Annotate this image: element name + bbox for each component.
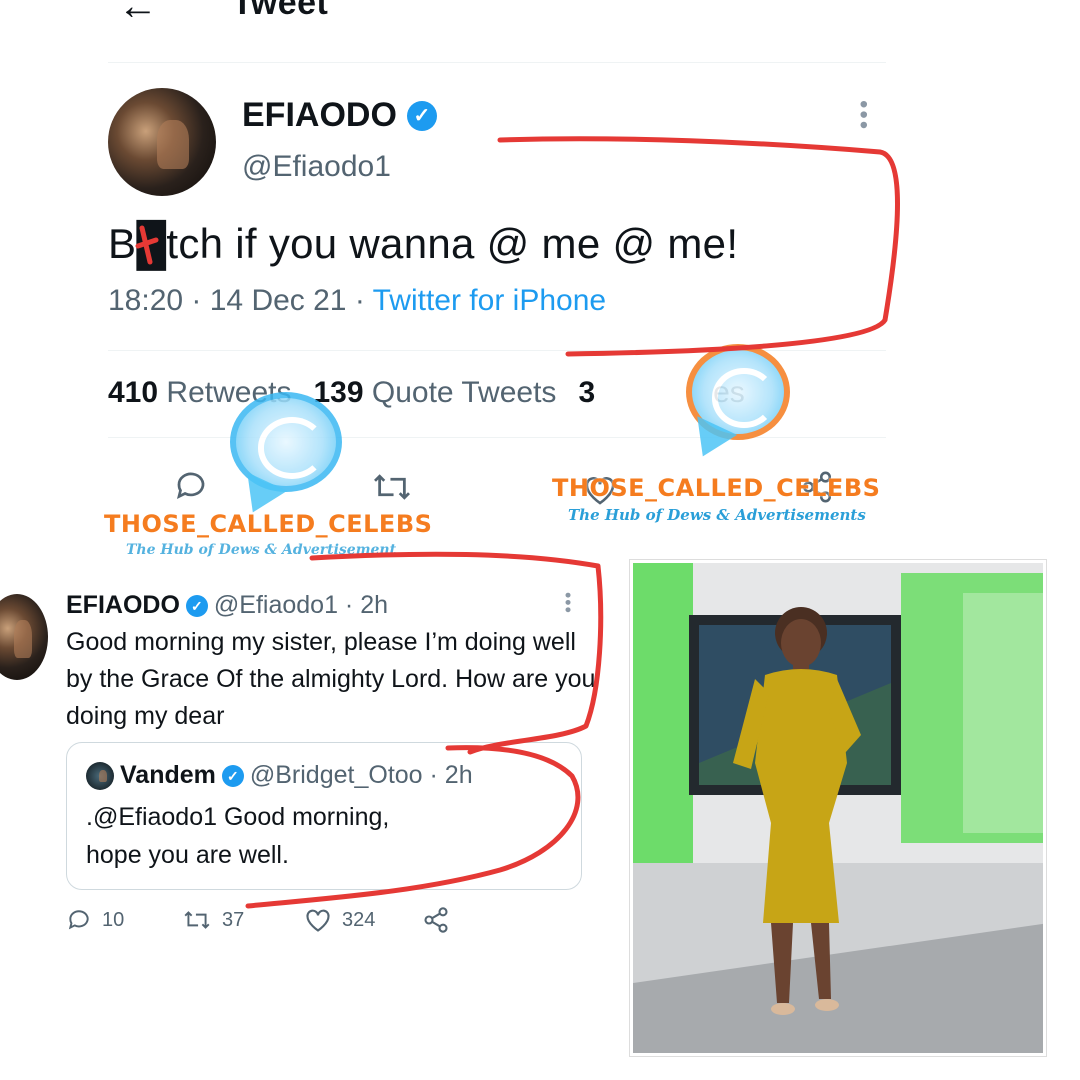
annotation-bracket-main: [497, 136, 900, 357]
screenshot-canvas: ← Tweet EFIAODO ✓ @Efiaodo1 ••• B█tch if…: [0, 0, 1080, 1080]
photo-illustration: [633, 563, 1043, 1053]
annotation-bracket-quote: [245, 745, 581, 909]
annotation-bracket-reply: [309, 551, 604, 755]
inset-photo: [630, 560, 1046, 1056]
annotation-censor-mark: [135, 225, 159, 265]
